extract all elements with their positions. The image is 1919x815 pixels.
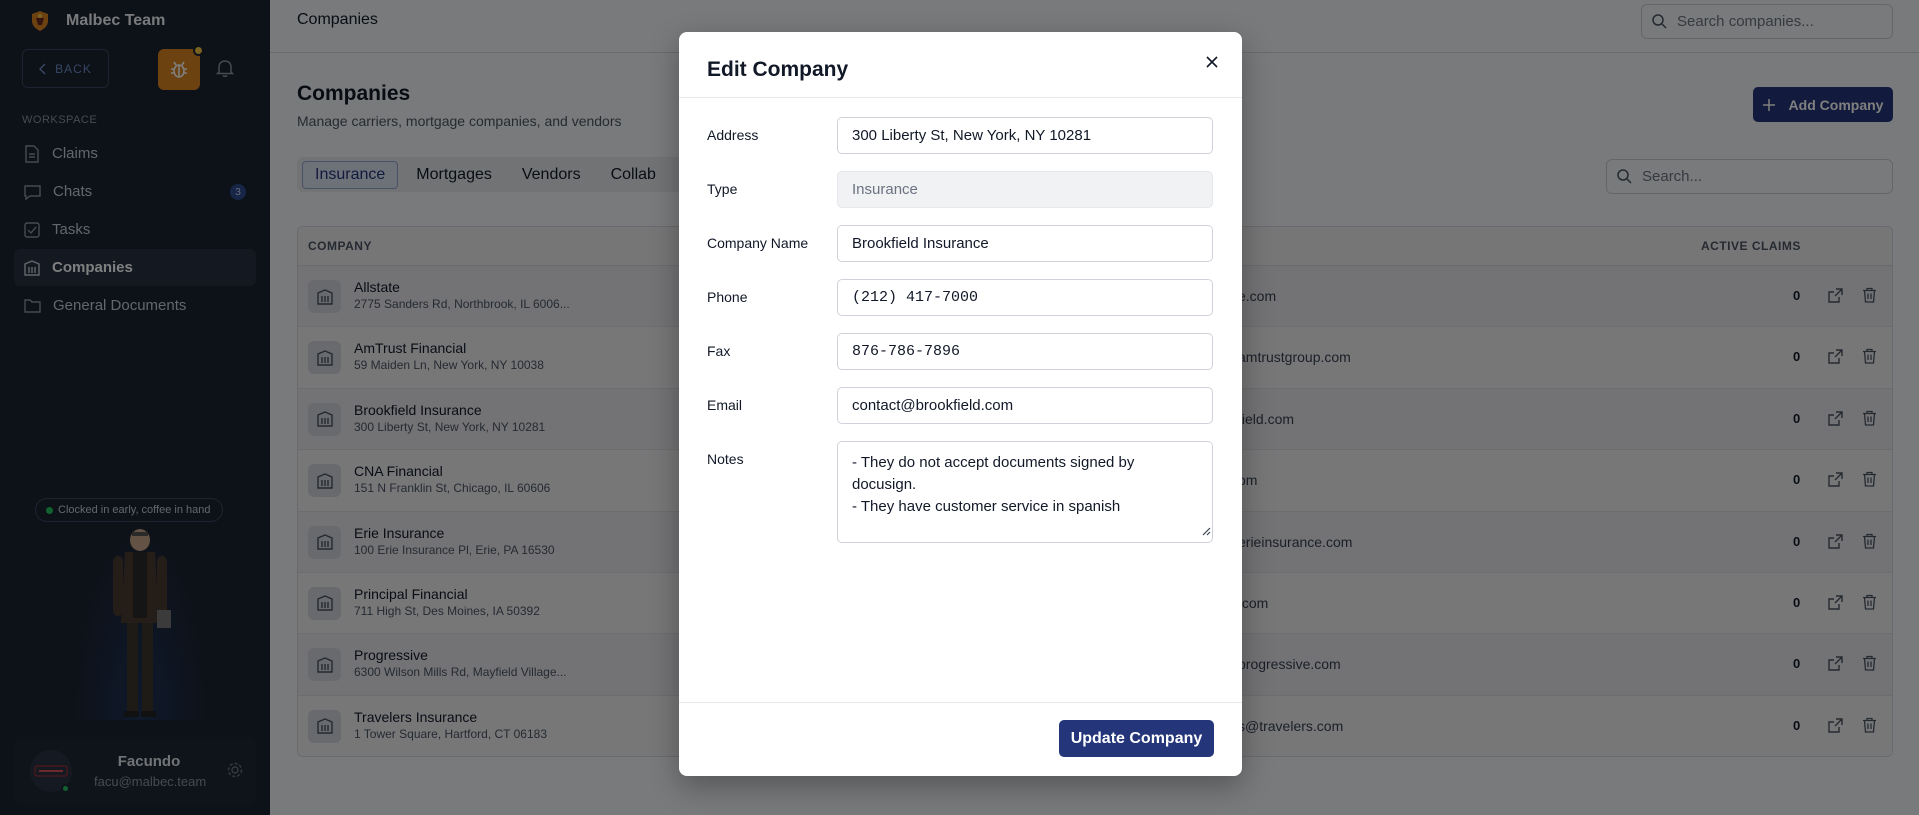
email-label: Email [707, 397, 743, 413]
resize-handle-icon[interactable] [1201, 526, 1211, 536]
address-label: Address [707, 127, 759, 143]
notes-field[interactable]: - They do not accept documents signed by… [837, 441, 1213, 543]
phone-label: Phone [707, 289, 748, 305]
update-company-button[interactable]: Update Company [1059, 720, 1214, 757]
close-icon [1206, 56, 1218, 68]
phone-field[interactable] [837, 279, 1213, 316]
fax-field[interactable] [837, 333, 1213, 370]
notes-label: Notes [707, 451, 744, 467]
fax-label: Fax [707, 343, 731, 359]
company-name-field[interactable] [837, 225, 1213, 262]
edit-company-dialog: Edit Company Address Type Company Name P… [679, 32, 1242, 776]
dialog-footer: Update Company [679, 702, 1242, 776]
dialog-title: Edit Company [707, 58, 849, 81]
company-name-label: Company Name [707, 235, 809, 251]
dialog-header: Edit Company [679, 32, 1242, 98]
close-button[interactable] [1202, 52, 1222, 72]
email-field[interactable] [837, 387, 1213, 424]
type-label: Type [707, 181, 738, 197]
address-field[interactable] [837, 117, 1213, 154]
type-field [837, 171, 1213, 208]
